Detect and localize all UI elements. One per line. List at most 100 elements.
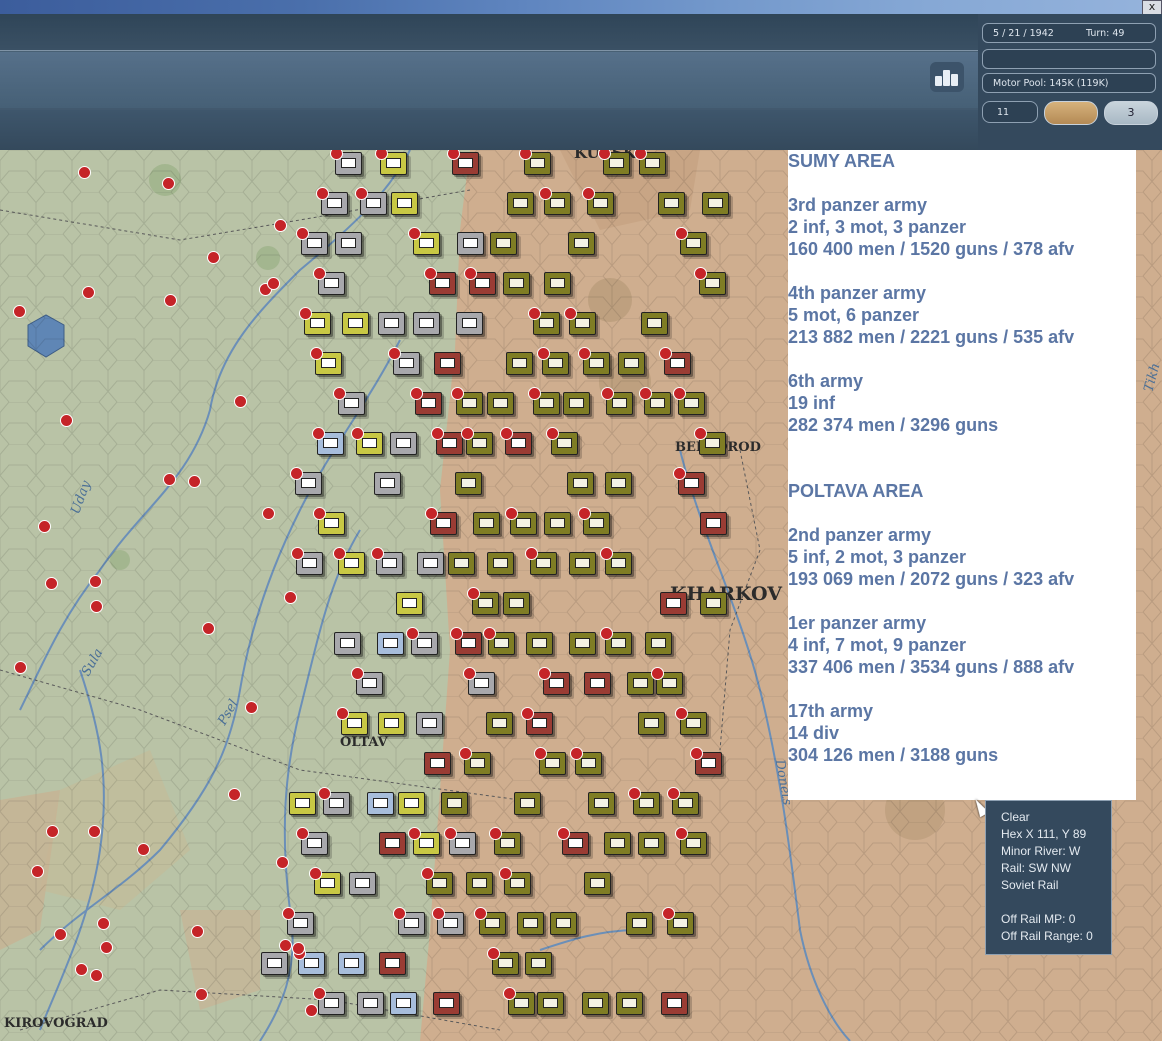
- map-marker[interactable]: [163, 473, 176, 486]
- map-marker[interactable]: [14, 661, 27, 674]
- unit-counter[interactable]: [338, 952, 365, 975]
- unit-counter[interactable]: [309, 867, 341, 895]
- map-marker[interactable]: [292, 942, 305, 955]
- unit-counter[interactable]: [578, 347, 610, 375]
- unit-counter[interactable]: [461, 427, 493, 455]
- unit-counter[interactable]: [473, 512, 500, 535]
- unit-counter[interactable]: [694, 427, 726, 455]
- map-marker[interactable]: [207, 251, 220, 264]
- unit-counter[interactable]: [582, 992, 609, 1015]
- unit-counter[interactable]: [417, 552, 444, 575]
- unit-counter[interactable]: [694, 267, 726, 295]
- unit-counter[interactable]: [570, 747, 602, 775]
- map-marker[interactable]: [78, 166, 91, 179]
- unit-counter[interactable]: [582, 187, 614, 215]
- unit-counter[interactable]: [538, 667, 570, 695]
- map-marker[interactable]: [100, 941, 113, 954]
- unit-counter[interactable]: [424, 752, 451, 775]
- unit-counter[interactable]: [388, 347, 420, 375]
- map-marker[interactable]: [13, 305, 26, 318]
- unit-counter[interactable]: [616, 992, 643, 1015]
- unit-counter[interactable]: [289, 792, 316, 815]
- unit-counter[interactable]: [537, 992, 564, 1015]
- terrain-toggle-button[interactable]: [1044, 101, 1098, 125]
- unit-counter[interactable]: [503, 592, 530, 615]
- unit-counter[interactable]: [342, 312, 369, 335]
- unit-counter[interactable]: [335, 232, 362, 255]
- unit-counter[interactable]: [390, 992, 417, 1015]
- unit-counter[interactable]: [507, 192, 534, 215]
- unit-counter[interactable]: [528, 387, 560, 415]
- unit-counter[interactable]: [466, 872, 493, 895]
- unit-counter[interactable]: [626, 912, 653, 935]
- unit-counter[interactable]: [351, 667, 383, 695]
- unit-counter[interactable]: [618, 352, 645, 375]
- unit-counter[interactable]: [463, 667, 495, 695]
- unit-counter[interactable]: [467, 587, 499, 615]
- unit-counter[interactable]: [568, 232, 595, 255]
- map-marker[interactable]: [60, 414, 73, 427]
- unit-counter[interactable]: [557, 827, 589, 855]
- unit-counter[interactable]: [455, 472, 482, 495]
- unit-counter[interactable]: [441, 792, 468, 815]
- unit-counter[interactable]: [675, 827, 707, 855]
- map-marker[interactable]: [274, 219, 287, 232]
- unit-counter[interactable]: [578, 507, 610, 535]
- unit-counter[interactable]: [645, 632, 672, 655]
- map-marker[interactable]: [162, 177, 175, 190]
- unit-counter[interactable]: [313, 987, 345, 1015]
- map-marker[interactable]: [234, 395, 247, 408]
- unit-counter[interactable]: [539, 187, 571, 215]
- unit-counter[interactable]: [638, 712, 665, 735]
- unit-counter[interactable]: [673, 387, 705, 415]
- unit-counter[interactable]: [313, 267, 345, 295]
- unit-counter[interactable]: [490, 232, 517, 255]
- unit-counter[interactable]: [299, 307, 331, 335]
- unit-counter[interactable]: [517, 912, 544, 935]
- unit-counter[interactable]: [377, 632, 404, 655]
- unit-counter[interactable]: [367, 792, 394, 815]
- unit-counter[interactable]: [702, 192, 729, 215]
- unit-counter[interactable]: [333, 547, 365, 575]
- map-marker[interactable]: [191, 925, 204, 938]
- unit-counter[interactable]: [291, 547, 323, 575]
- unit-counter[interactable]: [604, 832, 631, 855]
- unit-counter[interactable]: [690, 747, 722, 775]
- unit-counter[interactable]: [526, 632, 553, 655]
- unit-counter[interactable]: [662, 907, 694, 935]
- map-marker[interactable]: [276, 856, 289, 869]
- unit-counter[interactable]: [396, 592, 423, 615]
- unit-counter[interactable]: [379, 952, 406, 975]
- unit-counter[interactable]: [528, 307, 560, 335]
- map-marker[interactable]: [284, 591, 297, 604]
- unit-counter[interactable]: [525, 952, 552, 975]
- unit-counter[interactable]: [432, 907, 464, 935]
- unit-counter[interactable]: [416, 712, 443, 735]
- unit-counter[interactable]: [641, 312, 668, 335]
- map-marker[interactable]: [267, 277, 280, 290]
- unit-counter[interactable]: [634, 150, 666, 175]
- unit-counter[interactable]: [598, 150, 630, 175]
- unit-counter[interactable]: [544, 272, 571, 295]
- unit-counter[interactable]: [525, 547, 557, 575]
- unit-counter[interactable]: [431, 427, 463, 455]
- unit-counter[interactable]: [546, 427, 578, 455]
- map-marker[interactable]: [279, 939, 292, 952]
- unit-counter[interactable]: [700, 592, 727, 615]
- unit-counter[interactable]: [355, 187, 387, 215]
- unit-counter[interactable]: [628, 787, 660, 815]
- unit-counter[interactable]: [351, 427, 383, 455]
- unit-counter[interactable]: [444, 827, 476, 855]
- unit-counter[interactable]: [378, 312, 405, 335]
- unit-counter[interactable]: [336, 707, 368, 735]
- unit-counter[interactable]: [600, 627, 632, 655]
- unit-counter[interactable]: [487, 392, 514, 415]
- unit-counter[interactable]: [584, 872, 611, 895]
- unit-counter[interactable]: [312, 427, 344, 455]
- unit-counter[interactable]: [564, 307, 596, 335]
- unit-counter[interactable]: [316, 187, 348, 215]
- unit-counter[interactable]: [333, 387, 365, 415]
- unit-counter[interactable]: [398, 792, 425, 815]
- unit-counter[interactable]: [534, 747, 566, 775]
- unit-counter[interactable]: [638, 832, 665, 855]
